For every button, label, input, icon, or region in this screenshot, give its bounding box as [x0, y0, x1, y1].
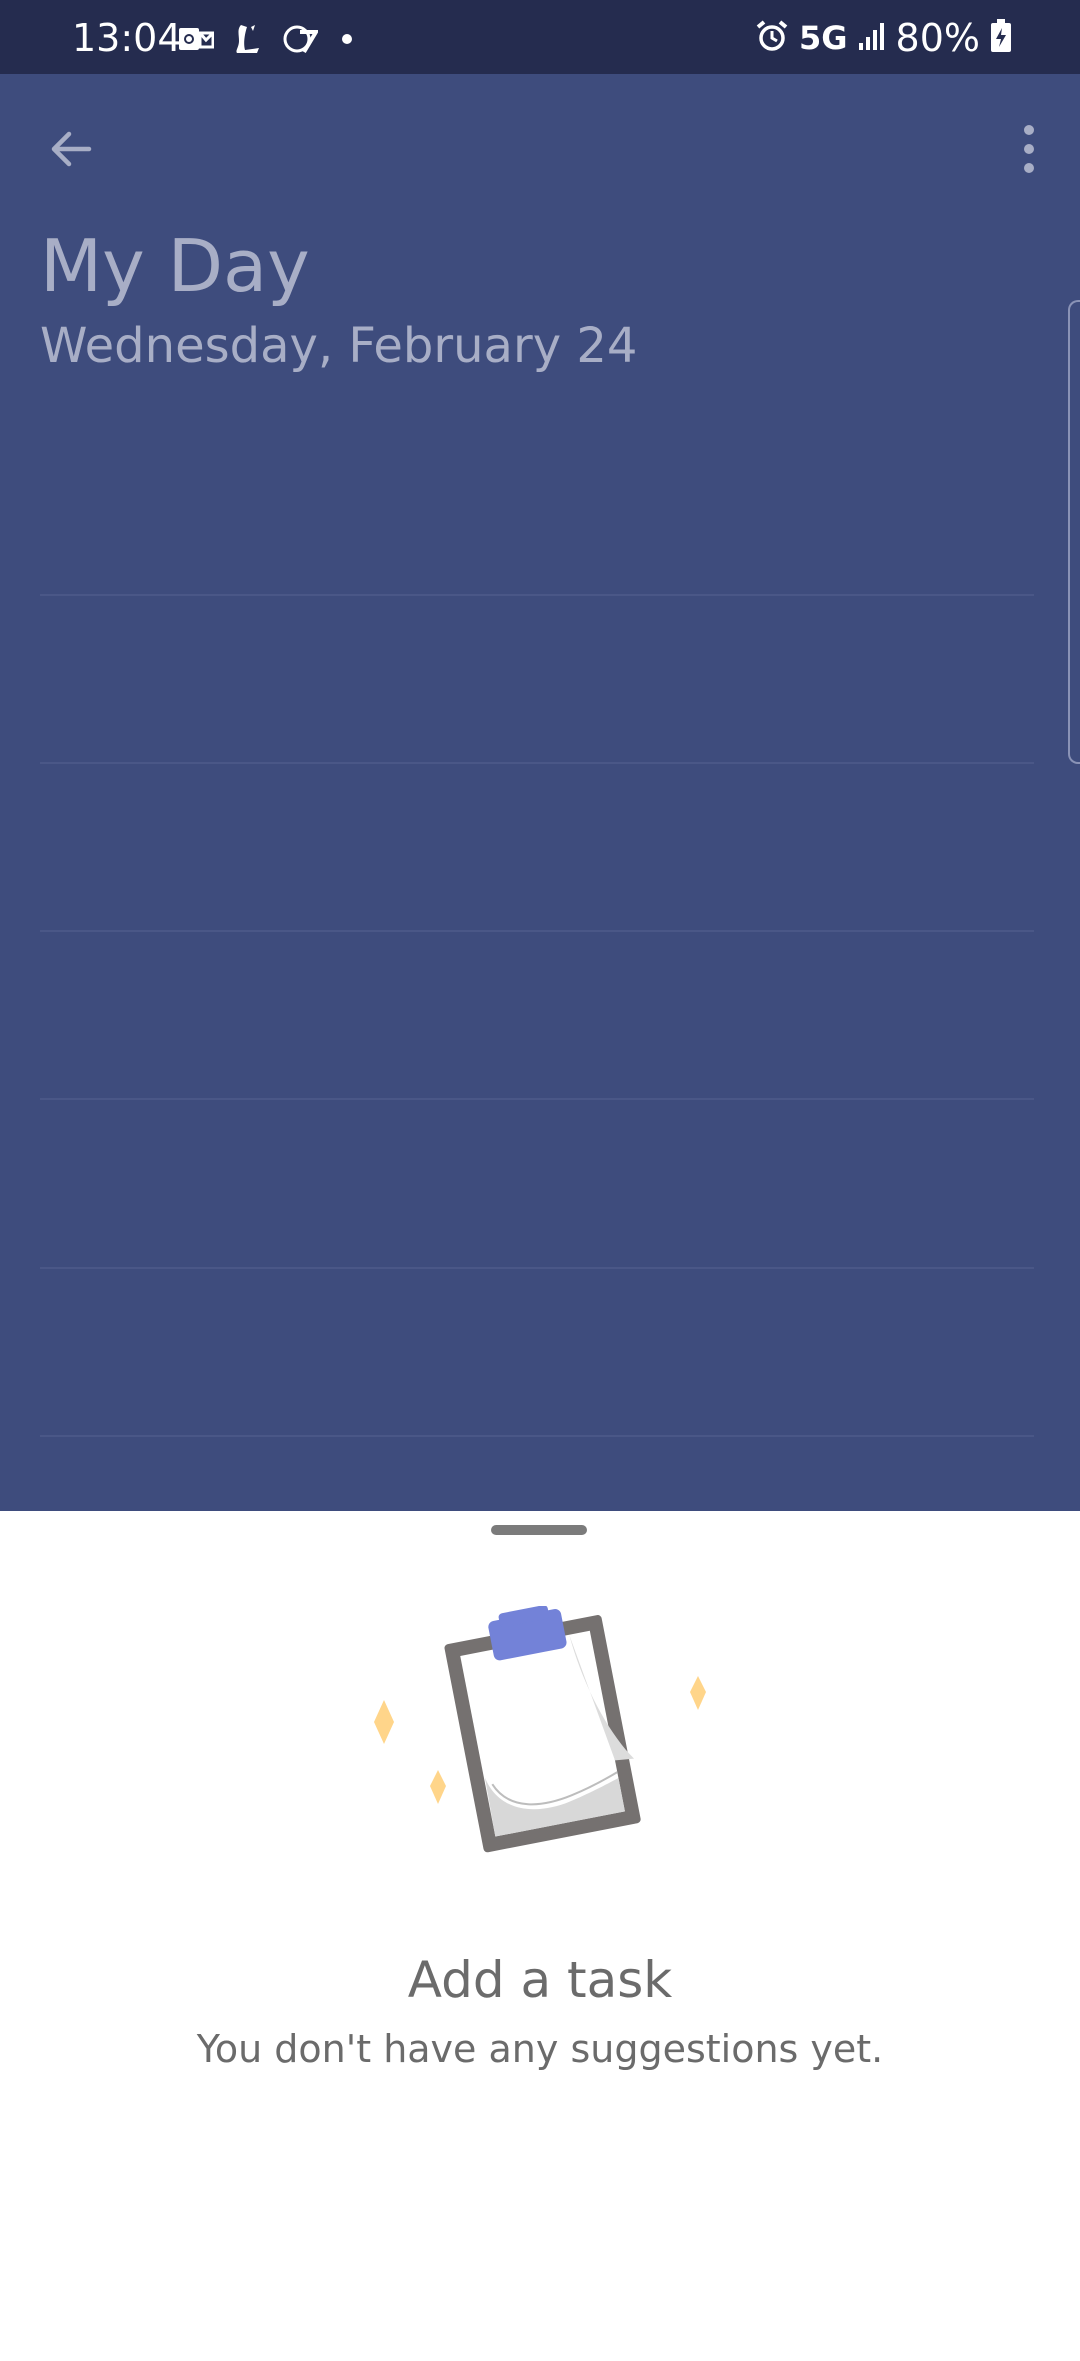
empty-row-divider [40, 930, 1034, 932]
empty-row-divider [40, 594, 1034, 596]
back-button[interactable] [34, 112, 108, 186]
more-vertical-icon [1024, 125, 1034, 173]
status-bar: 13:04 5G 80% [0, 0, 1080, 74]
page-title: My Day [40, 224, 310, 308]
arrow-left-icon [51, 131, 92, 167]
my-day-list: My Day Wednesday, February 24 [0, 74, 1080, 1511]
alarm-icon [755, 19, 789, 57]
empty-row-divider [40, 1435, 1034, 1437]
sheet-drag-handle[interactable] [491, 1525, 587, 1535]
outlook-icon [178, 24, 214, 54]
empty-row-divider [40, 762, 1034, 764]
notification-icons [178, 22, 352, 56]
suggestions-sheet: Add a task You don't have any suggestion… [0, 1511, 1080, 2361]
more-options-button[interactable] [992, 112, 1066, 186]
abc7-icon [282, 24, 318, 54]
sparkle-icon [374, 1700, 394, 1744]
battery-charging-icon [990, 19, 1012, 57]
empty-state-subtitle: You don't have any suggestions yet. [196, 2027, 884, 2071]
page-date: Wednesday, February 24 [40, 318, 638, 374]
empty-row-divider [40, 1267, 1034, 1269]
scroll-handle[interactable] [1068, 300, 1080, 764]
more-notifications-dot [342, 34, 352, 44]
network-type: 5G [799, 19, 848, 57]
system-icons: 5G 80% [755, 16, 1012, 60]
status-time: 13:04 [72, 16, 182, 60]
signal-icon [858, 21, 886, 55]
sparkle-icon [690, 1676, 706, 1710]
empty-row-divider [40, 1098, 1034, 1100]
latimes-icon [230, 24, 266, 54]
empty-state-title: Add a task [407, 1951, 673, 2009]
clipboard-icon [374, 1606, 706, 1853]
battery-percent: 80% [895, 16, 980, 60]
sparkle-icon [430, 1770, 446, 1804]
